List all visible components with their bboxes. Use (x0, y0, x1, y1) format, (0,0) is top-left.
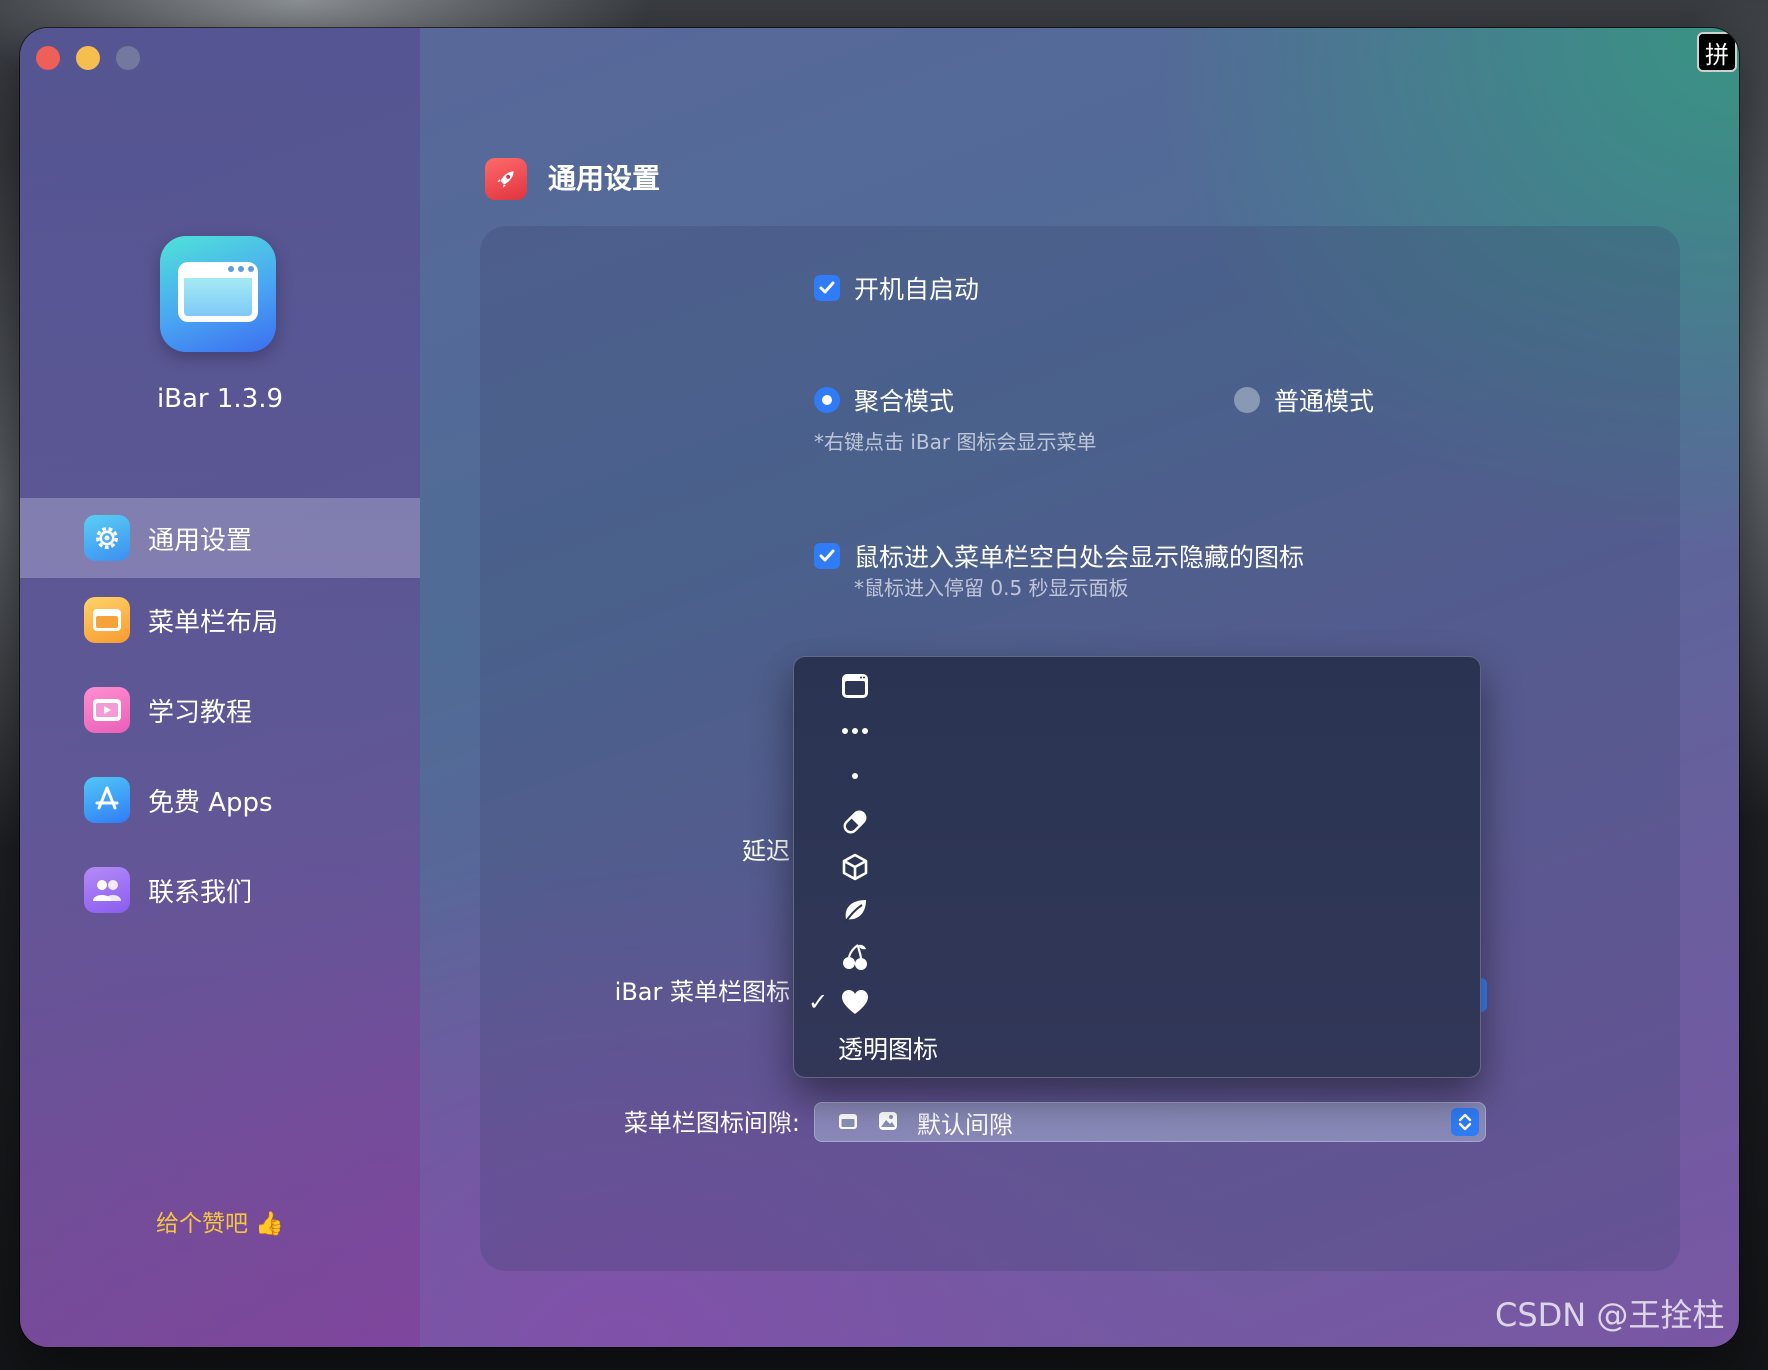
window-icon (837, 1111, 859, 1139)
sidebar-item-label: 联系我们 (148, 877, 253, 908)
input-method-indicator[interactable]: 拼 (1697, 32, 1737, 72)
window-icon (838, 669, 872, 703)
spacing-label: 菜单栏图标间隙: (623, 1109, 800, 1137)
normal-mode-option[interactable]: 普通模式 (1234, 382, 1374, 418)
sidebar-item-contact[interactable]: 联系我们 (20, 850, 420, 930)
menubar-layout-icon (84, 597, 130, 643)
hover-show-checkbox[interactable] (814, 543, 840, 569)
sidebar-item-free-apps[interactable]: 免费 Apps (20, 760, 420, 840)
sidebar-item-general[interactable]: 通用设置 (20, 498, 420, 578)
menu-option-pill[interactable] (794, 799, 1480, 844)
sidebar-item-label: 菜单栏布局 (148, 607, 279, 638)
hover-show-label: 鼠标进入菜单栏空白处会显示隐藏的图标 (854, 543, 1305, 572)
menubar-icon-label: iBar 菜单栏图标 (614, 978, 790, 1006)
sidebar-item-tutorials[interactable]: 学习教程 (20, 670, 420, 750)
sidebar-item-label: 通用设置 (148, 525, 253, 556)
menu-option-window[interactable] (794, 663, 1480, 708)
menu-option-dot[interactable] (794, 753, 1480, 798)
hover-show-option[interactable]: 鼠标进入菜单栏空白处会显示隐藏的图标 (814, 538, 1304, 574)
cherries-icon (838, 940, 872, 974)
menubar-icon-dropdown: ✓ 透明图标 (793, 656, 1481, 1078)
spacing-select-value: 默认间隙 (917, 1110, 1013, 1139)
ibar-settings-window: 拼 iBar 1.3.9 通用设置 菜单栏布局 学习教程 免费 Apps 联系我… (20, 28, 1739, 1347)
close-window-button[interactable] (36, 46, 60, 70)
ellipsis-icon (838, 714, 872, 748)
image-icon (877, 1110, 899, 1138)
chevron-updown-icon (1451, 1108, 1479, 1136)
menu-option-transparent[interactable]: 透明图标 (794, 1025, 1480, 1070)
menu-option-ellipsis[interactable] (794, 708, 1480, 753)
delay-label: 延迟 (742, 837, 790, 865)
launch-at-login-checkbox[interactable] (814, 275, 840, 301)
sidebar-item-label: 免费 Apps (148, 787, 273, 818)
mode-hint: *右键点击 iBar 图标会显示菜单 (814, 430, 1097, 454)
app-version: iBar 1.3.9 (156, 384, 284, 414)
menu-option-label: 透明图标 (838, 1034, 939, 1064)
contacts-icon (84, 867, 130, 913)
dot-icon (838, 759, 872, 793)
launch-at-login-label: 开机自启动 (854, 275, 980, 304)
minimize-window-button[interactable] (76, 46, 100, 70)
pill-icon (838, 805, 872, 839)
page-title: 通用设置 (548, 162, 661, 195)
normal-mode-radio[interactable] (1234, 387, 1260, 413)
aggregate-mode-option[interactable]: 聚合模式 (814, 382, 954, 418)
csdn-watermark: CSDN @王拴柱 (1495, 1296, 1725, 1334)
sidebar-item-label: 学习教程 (148, 697, 253, 728)
checkmark-icon: ✓ (808, 987, 829, 1016)
menu-option-cube[interactable] (794, 844, 1480, 889)
sidebar-item-menubar-layout[interactable]: 菜单栏布局 (20, 580, 420, 660)
normal-mode-label: 普通模式 (1274, 387, 1375, 416)
video-tutorial-icon (84, 687, 130, 733)
leaf-icon (838, 895, 872, 929)
cube-icon (838, 850, 872, 884)
launch-at-login-option[interactable]: 开机自启动 (814, 270, 979, 306)
app-store-icon (84, 777, 130, 823)
hover-show-hint: *鼠标进入停留 0.5 秒显示面板 (854, 576, 1129, 600)
menu-option-cherries[interactable] (794, 934, 1480, 979)
gear-icon (84, 515, 130, 561)
menu-option-heart[interactable]: ✓ (794, 979, 1480, 1024)
like-link[interactable]: 给个赞吧 👍 (20, 1204, 420, 1238)
app-logo-icon (160, 236, 276, 352)
rocket-icon (485, 158, 527, 200)
spacing-select[interactable]: 默认间隙 (814, 1102, 1486, 1142)
menu-option-leaf[interactable] (794, 889, 1480, 934)
heart-icon (838, 985, 872, 1019)
zoom-window-button[interactable] (116, 46, 140, 70)
aggregate-mode-radio[interactable] (814, 387, 840, 413)
aggregate-mode-label: 聚合模式 (854, 387, 955, 416)
